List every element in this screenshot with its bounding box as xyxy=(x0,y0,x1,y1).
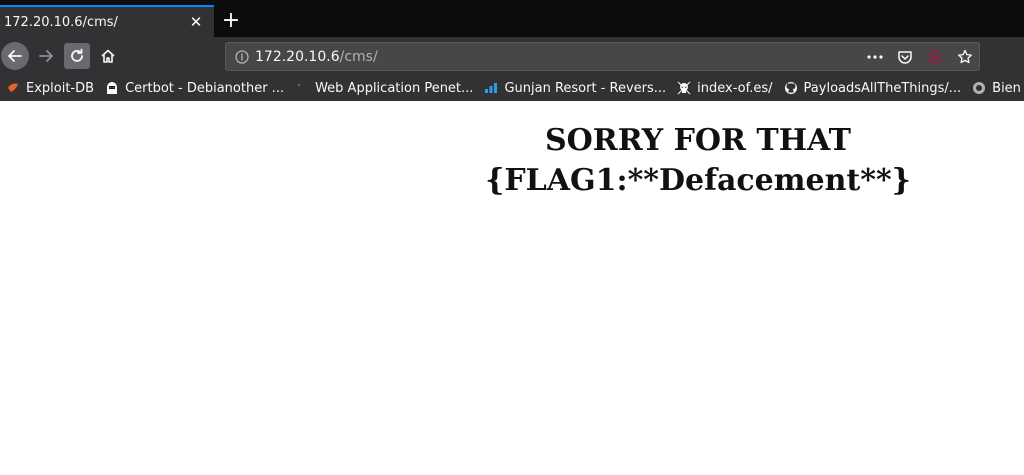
tab-title: 172.20.10.6/cms/ xyxy=(4,14,118,30)
bookmark-star-icon[interactable] xyxy=(955,47,975,67)
bookmarks-toolbar: Exploit-DB Certbot - Debianother ... Web… xyxy=(0,75,1024,101)
bookmark-bien[interactable]: Bien xyxy=(966,77,1024,99)
page-heading: SORRY FOR THAT {FLAG1:**Defacement**} xyxy=(380,121,1016,201)
pocket-icon[interactable] xyxy=(895,47,915,67)
bookmark-label: Certbot - Debianother ... xyxy=(125,80,285,96)
url-actions xyxy=(865,43,975,70)
reload-button[interactable] xyxy=(64,43,90,69)
home-icon xyxy=(101,49,115,63)
bar-chart-icon xyxy=(483,80,499,96)
bookmark-icon xyxy=(971,80,987,96)
home-button[interactable] xyxy=(94,42,122,70)
bookmark-label: Gunjan Resort - Revers... xyxy=(504,80,667,96)
info-icon[interactable] xyxy=(229,49,255,64)
bookmark-web-app-pentest[interactable]: Web Application Penet... xyxy=(289,77,478,99)
bookmark-certbot[interactable]: Certbot - Debianother ... xyxy=(99,77,289,99)
extension-icon[interactable] xyxy=(925,47,945,67)
tab-active[interactable]: 172.20.10.6/cms/ ✕ xyxy=(0,5,214,37)
bookmark-label: Exploit-DB xyxy=(26,80,95,96)
url-host: 172.20.10.6 xyxy=(255,48,340,65)
bookmark-gunjan-resort[interactable]: Gunjan Resort - Revers... xyxy=(478,77,671,99)
page-icon xyxy=(294,80,310,96)
certbot-icon xyxy=(104,80,120,96)
bookmark-payloads[interactable]: PayloadsAllTheThings/... xyxy=(778,77,967,99)
nav-toolbar: 172.20.10.6/cms/ xyxy=(0,37,1024,75)
tab-close-icon[interactable]: ✕ xyxy=(184,10,208,34)
reload-icon xyxy=(71,48,83,62)
forward-arrow-icon xyxy=(39,50,53,62)
bookmark-index-of[interactable]: index-of.es/ xyxy=(671,77,777,99)
url-text[interactable]: 172.20.10.6/cms/ xyxy=(255,49,378,65)
bookmark-label: Web Application Penet... xyxy=(315,80,474,96)
github-icon xyxy=(783,80,799,96)
back-button[interactable] xyxy=(1,42,29,70)
bookmark-exploit-db[interactable]: Exploit-DB xyxy=(0,77,99,99)
heading-line-2: {FLAG1:**Defacement**} xyxy=(485,163,911,198)
exploit-db-icon xyxy=(5,80,21,96)
tab-strip: 172.20.10.6/cms/ ✕ + xyxy=(0,0,1024,37)
bookmark-label: index-of.es/ xyxy=(697,80,773,96)
url-path: /cms/ xyxy=(339,48,378,65)
heading-line-1: SORRY FOR THAT xyxy=(544,123,852,158)
page-content: SORRY FOR THAT {FLAG1:**Defacement**} xyxy=(0,101,1024,475)
bookmark-label: PayloadsAllTheThings/... xyxy=(803,80,962,96)
address-bar[interactable]: 172.20.10.6/cms/ xyxy=(225,42,980,71)
skull-icon xyxy=(676,80,692,96)
bookmark-label: Bien xyxy=(992,80,1021,96)
forward-button[interactable] xyxy=(32,42,60,70)
back-arrow-icon xyxy=(8,50,22,62)
page-actions-icon[interactable] xyxy=(865,47,885,67)
new-tab-button[interactable]: + xyxy=(218,8,244,34)
